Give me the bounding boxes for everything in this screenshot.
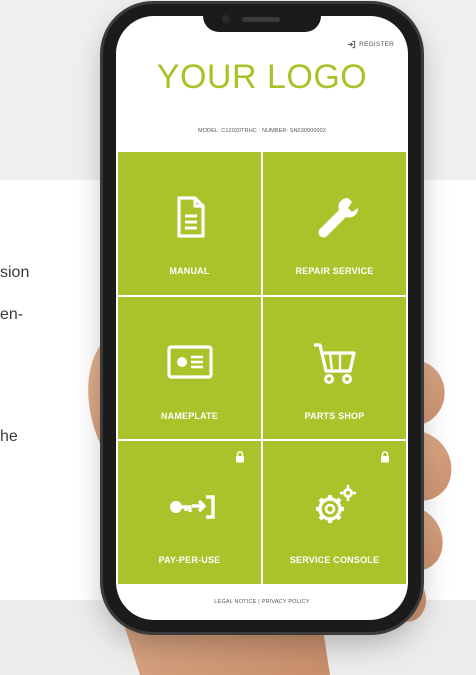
tile-label: PAY-PER-USE <box>158 555 221 566</box>
background-text-fragment: sion <box>0 264 30 281</box>
tile-manual[interactable]: MANUAL <box>118 152 261 295</box>
key-login-icon <box>169 495 215 520</box>
background-text-fragment: he <box>0 428 18 445</box>
speaker-grille <box>242 17 280 22</box>
tile-label: REPAIR SERVICE <box>295 266 374 276</box>
background-text-fragment: en- <box>0 306 24 323</box>
tile-service-console[interactable]: SERVICE CONSOLE <box>263 441 406 584</box>
wrench-icon <box>318 198 358 238</box>
tile-label: NAMEPLATE <box>160 410 219 421</box>
phone-screen: REGISTER YOUR LOGO MODEL: C12020TRHC · N… <box>116 16 408 620</box>
tile-nameplate[interactable]: NAMEPLATE <box>118 296 261 440</box>
tile-label: PARTS SHOP <box>304 410 365 421</box>
gears-icon <box>315 485 356 524</box>
menu-grid: MANUAL REPAIR SERVICE NAMEPLATE PARTS SH… <box>118 152 406 584</box>
document-icon <box>176 196 205 238</box>
login-arrow-icon <box>348 40 356 49</box>
lock-icon <box>236 451 244 463</box>
tile-repair-service[interactable]: REPAIR SERVICE <box>263 152 406 295</box>
register-label: REGISTER <box>359 41 394 48</box>
model-number: MODEL: C12020TRHC · NUMBER: SN030900002 <box>197 128 326 134</box>
id-card-icon <box>166 345 213 379</box>
cart-icon <box>313 343 356 384</box>
tile-label: SERVICE CONSOLE <box>289 555 380 566</box>
footer-links[interactable]: LEGAL NOTICE | PRIVACY POLICY <box>116 599 408 605</box>
brand-logo: YOUR LOGO <box>156 58 368 96</box>
tile-label: MANUAL <box>169 266 210 276</box>
camera-icon <box>222 15 230 23</box>
tile-pay-per-use[interactable]: PAY-PER-USE <box>118 441 261 584</box>
lock-icon <box>381 451 389 463</box>
tile-parts-shop[interactable]: PARTS SHOP <box>263 296 406 440</box>
register-link[interactable]: REGISTER <box>347 40 394 49</box>
